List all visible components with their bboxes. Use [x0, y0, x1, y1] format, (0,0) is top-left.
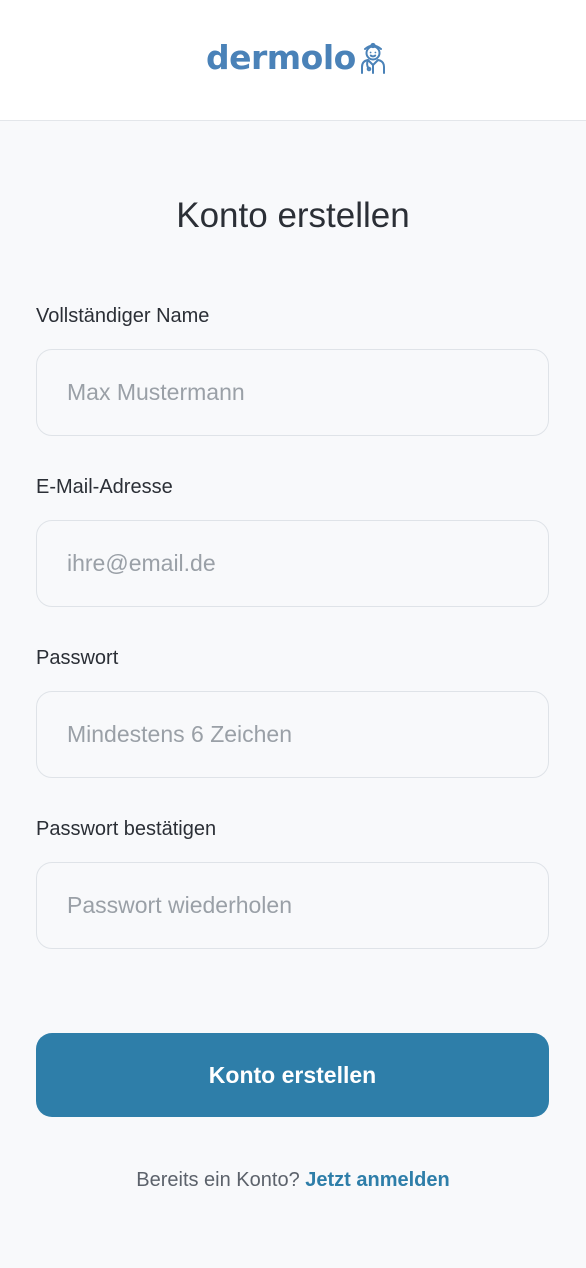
login-link[interactable]: Jetzt anmelden	[305, 1169, 449, 1191]
login-prompt-text: Bereits ein Konto?	[136, 1169, 300, 1191]
full-name-label: Vollständiger Name	[36, 305, 210, 327]
full-name-input[interactable]	[36, 349, 549, 436]
logo-wordmark: dermolo	[206, 38, 356, 77]
password-label: Passwort	[36, 647, 119, 669]
brand-logo[interactable]: dermolo	[206, 38, 388, 78]
email-input[interactable]	[36, 520, 549, 607]
password-confirm-label: Passwort bestätigen	[36, 818, 217, 840]
login-prompt: Bereits ein Konto? Jetzt anmelden	[0, 1166, 586, 1194]
create-account-button[interactable]: Konto erstellen	[36, 1033, 549, 1117]
app-header: dermolo	[0, 0, 586, 121]
page-title: Konto erstellen	[176, 196, 410, 235]
password-confirm-input[interactable]	[36, 862, 549, 949]
email-label: E-Mail-Adresse	[36, 476, 173, 498]
password-input[interactable]	[36, 691, 549, 778]
doctor-mascot-icon	[360, 42, 385, 74]
